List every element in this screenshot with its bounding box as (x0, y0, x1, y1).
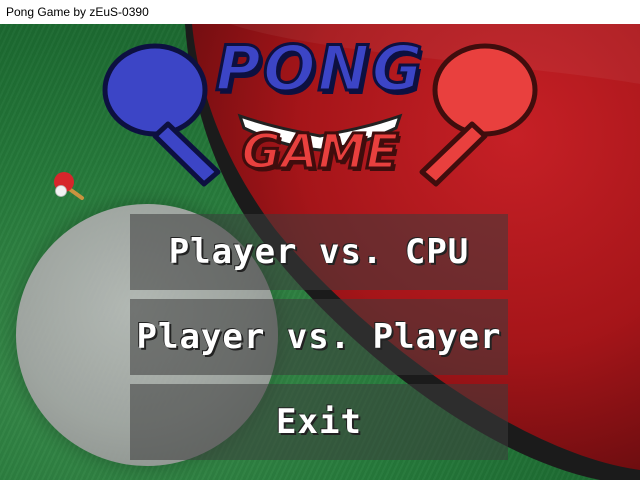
window-titlebar: Pong Game by zEuS-0390 (0, 0, 640, 24)
exit-button[interactable]: Exit (130, 384, 508, 460)
game-logo: PONG GAME (100, 31, 540, 202)
player-vs-cpu-button[interactable]: Player vs. CPU (130, 214, 508, 290)
player-vs-player-button[interactable]: Player vs. Player (130, 299, 508, 375)
window-title: Pong Game by zEuS-0390 (6, 5, 149, 19)
menu-scene: PONG GAME Player vs. CPU Player vs. Play… (0, 24, 640, 480)
logo-title-pong: PONG (214, 31, 425, 107)
ping-pong-icon (54, 172, 84, 200)
logo-title-game: GAME (240, 123, 400, 182)
